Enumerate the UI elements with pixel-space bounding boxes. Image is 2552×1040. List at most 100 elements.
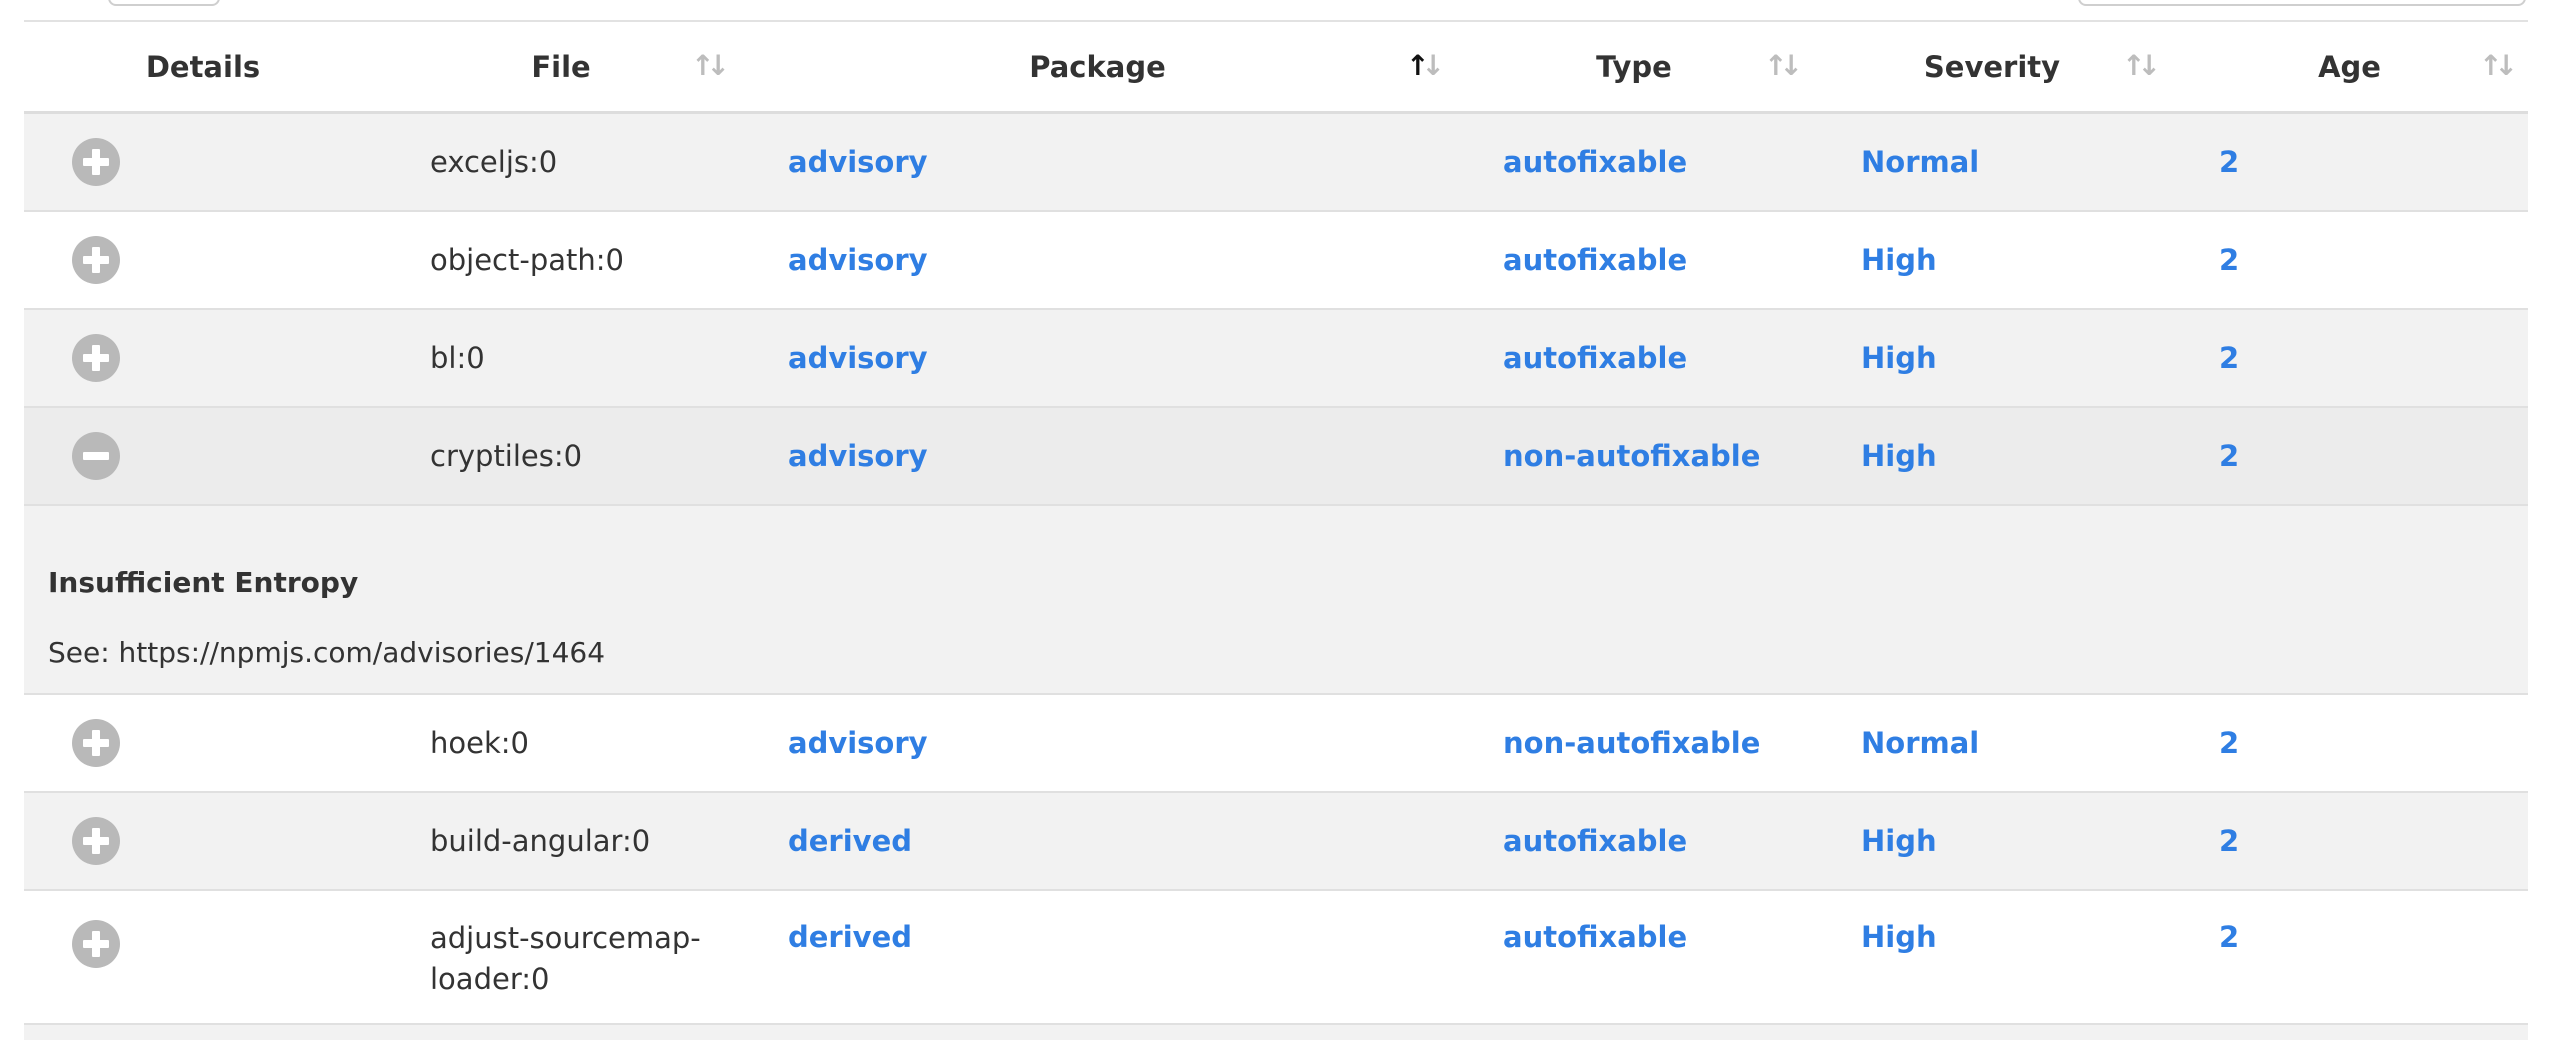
expand-plus-icon[interactable]: [72, 236, 120, 284]
package-link[interactable]: advisory: [788, 243, 928, 277]
column-header-package[interactable]: Package ↑↓: [740, 22, 1455, 111]
collapse-minus-icon[interactable]: [72, 432, 120, 480]
column-header-type[interactable]: Type ↑↓: [1455, 22, 1813, 111]
file-cell: build-angular:0: [430, 823, 651, 858]
sort-arrows-icon[interactable]: ↑↓: [691, 52, 730, 80]
package-link[interactable]: derived: [788, 824, 912, 858]
expand-plus-icon[interactable]: [72, 920, 120, 968]
age-link[interactable]: 2: [2219, 920, 2239, 954]
file-cell: hoek:0: [430, 725, 529, 760]
severity-cell: High: [1813, 793, 2171, 889]
package-link[interactable]: advisory: [788, 145, 928, 179]
severity-cell: High: [1813, 891, 2171, 1023]
expand-plus-icon[interactable]: [72, 138, 120, 186]
severity-cell: Normal: [1813, 695, 2171, 791]
file-cell: exceljs:0: [430, 144, 558, 179]
expand-plus-icon[interactable]: [72, 817, 120, 865]
column-header-details: Details: [24, 22, 382, 111]
type-cell: autofixable: [1455, 114, 1813, 210]
package-cell: derived: [740, 793, 1455, 889]
column-header-label: Package: [1029, 49, 1166, 84]
package-link[interactable]: advisory: [788, 726, 928, 760]
type-link[interactable]: non-autofixable: [1503, 726, 1760, 760]
type-cell: autofixable: [1455, 891, 1813, 1023]
file-cell: adjust-sourcemap- loader:0: [382, 891, 740, 1023]
details-cell: [24, 114, 382, 210]
package-cell: advisory: [740, 695, 1455, 791]
age-link[interactable]: 2: [2219, 341, 2239, 375]
severity-link[interactable]: High: [1861, 439, 1937, 473]
column-header-label: File: [531, 49, 591, 84]
type-link[interactable]: autofixable: [1503, 824, 1687, 858]
file-name-line: adjust-sourcemap-: [430, 921, 701, 955]
age-cell: 2: [2171, 408, 2528, 504]
column-header-label: Age: [2318, 49, 2381, 84]
type-link[interactable]: autofixable: [1503, 243, 1687, 277]
type-link[interactable]: non-autofixable: [1503, 439, 1760, 473]
age-link[interactable]: 2: [2219, 243, 2239, 277]
table-row: exceljs:0 advisory autofixable Normal 2: [24, 114, 2528, 212]
type-cell: autofixable: [1455, 793, 1813, 889]
details-cell: [24, 310, 382, 406]
top-left-control[interactable]: [108, 0, 220, 6]
sort-arrows-icon[interactable]: ↑↓: [2122, 52, 2161, 80]
severity-cell: High: [1813, 212, 2171, 308]
column-header-file[interactable]: File ↑↓: [382, 22, 740, 111]
severity-link[interactable]: High: [1861, 824, 1937, 858]
severity-link[interactable]: High: [1861, 920, 1937, 954]
advisory-detail-panel: Insufficient Entropy See: https://npmjs.…: [24, 506, 2528, 695]
severity-cell: High: [1813, 310, 2171, 406]
age-link[interactable]: 2: [2219, 824, 2239, 858]
file-name-line: loader:0: [430, 962, 550, 996]
table-row: adjust-sourcemap- loader:0 derived autof…: [24, 891, 2528, 1025]
details-cell: [24, 695, 382, 791]
table-row: object-path:0 advisory autofixable High …: [24, 212, 2528, 310]
age-link[interactable]: 2: [2219, 439, 2239, 473]
table-row-expanded: cryptiles:0 advisory non-autofixable Hig…: [24, 408, 2528, 506]
age-cell: 2: [2171, 212, 2528, 308]
details-cell: [24, 408, 382, 504]
package-cell: advisory: [740, 114, 1455, 210]
table-header: Details File ↑↓ Package ↑↓ Type ↑↓ Sever…: [24, 22, 2528, 114]
severity-link[interactable]: Normal: [1861, 726, 1979, 760]
advisory-reference: See: https://npmjs.com/advisories/1464: [48, 636, 606, 669]
sort-ascending-icon[interactable]: ↑↓: [1406, 52, 1445, 80]
type-cell: autofixable: [1455, 310, 1813, 406]
age-link[interactable]: 2: [2219, 145, 2239, 179]
severity-link[interactable]: High: [1861, 243, 1937, 277]
package-link[interactable]: advisory: [788, 341, 928, 375]
age-cell: 2: [2171, 695, 2528, 791]
sort-arrows-icon[interactable]: ↑↓: [2479, 52, 2518, 80]
package-link[interactable]: advisory: [788, 439, 928, 473]
expand-plus-icon[interactable]: [72, 334, 120, 382]
type-link[interactable]: autofixable: [1503, 920, 1687, 954]
column-header-label: Severity: [1923, 49, 2061, 84]
table-row-partial: [24, 1025, 2528, 1040]
file-cell: cryptiles:0: [430, 438, 583, 473]
severity-cell: Normal: [1813, 114, 2171, 210]
age-cell: 2: [2171, 793, 2528, 889]
type-link[interactable]: autofixable: [1503, 145, 1687, 179]
package-cell: advisory: [740, 310, 1455, 406]
vulnerability-table: Details File ↑↓ Package ↑↓ Type ↑↓ Sever…: [24, 22, 2528, 1040]
advisory-title: Insufficient Entropy: [48, 566, 359, 599]
type-cell: non-autofixable: [1455, 408, 1813, 504]
file-cell: bl:0: [430, 340, 485, 375]
details-cell: [24, 891, 382, 1023]
search-input[interactable]: [2078, 0, 2526, 6]
type-link[interactable]: autofixable: [1503, 341, 1687, 375]
expand-plus-icon[interactable]: [72, 719, 120, 767]
table-row: hoek:0 advisory non-autofixable Normal 2: [24, 695, 2528, 793]
type-cell: non-autofixable: [1455, 695, 1813, 791]
severity-link[interactable]: Normal: [1861, 145, 1979, 179]
severity-link[interactable]: High: [1861, 341, 1937, 375]
column-header-age[interactable]: Age ↑↓: [2171, 22, 2528, 111]
column-header-severity[interactable]: Severity ↑↓: [1813, 22, 2171, 111]
age-link[interactable]: 2: [2219, 726, 2239, 760]
age-cell: 2: [2171, 114, 2528, 210]
column-header-label: Details: [145, 49, 261, 84]
column-header-label: Type: [1596, 49, 1672, 84]
package-link[interactable]: derived: [788, 920, 912, 954]
table-row: build-angular:0 derived autofixable High…: [24, 793, 2528, 891]
sort-arrows-icon[interactable]: ↑↓: [1764, 52, 1803, 80]
